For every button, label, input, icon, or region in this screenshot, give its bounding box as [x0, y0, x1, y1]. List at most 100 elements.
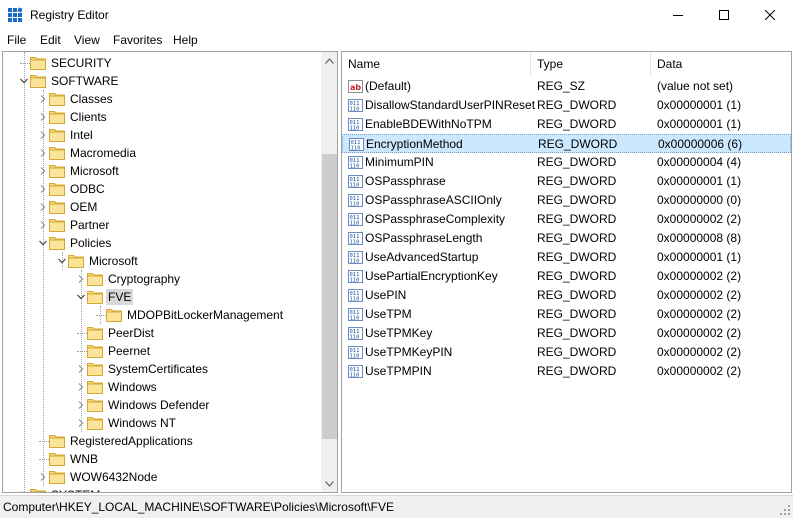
value-row[interactable]: 011 110 MinimumPIN REG_DWORD 0x00000004 (4) [342, 153, 791, 172]
collapsed-chevron-icon[interactable] [75, 414, 87, 432]
tree-node[interactable]: Clients [3, 108, 321, 126]
tree-node-label[interactable]: FVE [106, 289, 134, 305]
scroll-up-button[interactable] [321, 52, 337, 69]
tree-node[interactable]: WNB [3, 450, 321, 468]
tree-node[interactable]: SystemCertificates [3, 360, 321, 378]
collapsed-chevron-icon[interactable] [37, 162, 49, 180]
tree-node[interactable]: Microsoft [3, 252, 321, 270]
value-row[interactable]: 011 110 UsePIN REG_DWORD 0x00000002 (2) [342, 286, 791, 305]
menu-edit[interactable]: Edit [40, 33, 61, 47]
tree-node-label[interactable]: Windows NT [106, 415, 178, 431]
collapsed-chevron-icon[interactable] [75, 396, 87, 414]
menu-favorites[interactable]: Favorites [113, 33, 162, 47]
collapsed-chevron-icon[interactable] [37, 180, 49, 198]
value-row[interactable]: 011 110 UsePartialEncryptionKey REG_DWORD 0x… [342, 267, 791, 286]
tree-node-label[interactable]: RegisteredApplications [68, 433, 195, 449]
tree-node-label[interactable]: Policies [68, 235, 113, 251]
column-header-data[interactable]: Data [651, 52, 791, 76]
tree-node[interactable]: ODBC [3, 180, 321, 198]
minimize-button[interactable] [655, 0, 701, 30]
scroll-down-button[interactable] [321, 475, 337, 492]
key-tree-pane[interactable]: SECURITY SOFTWARE Classes Clients Intel Macro… [2, 51, 338, 493]
value-row[interactable]: 011 110 UseTPMKey REG_DWORD 0x00000002 (2) [342, 324, 791, 343]
value-row[interactable]: 011 110 EnableBDEWithNoTPM REG_DWORD 0x00000… [342, 115, 791, 134]
tree-node-label[interactable]: Classes [68, 91, 115, 107]
value-row[interactable]: 011 110 EncryptionMethod REG_DWORD 0x0000000… [342, 134, 791, 153]
value-row[interactable]: 011 110 OSPassphraseLength REG_DWORD 0x00000… [342, 229, 791, 248]
collapsed-chevron-icon[interactable] [37, 126, 49, 144]
tree-node-label[interactable]: SECURITY [49, 55, 114, 71]
value-row[interactable]: 011 110 OSPassphraseASCIIOnly REG_DWORD 0x00… [342, 191, 791, 210]
tree-node-label[interactable]: Clients [68, 109, 109, 125]
resize-grip-icon[interactable] [779, 504, 791, 516]
maximize-button[interactable] [701, 0, 747, 30]
menu-file[interactable]: File [7, 33, 26, 47]
tree-node[interactable]: Partner [3, 216, 321, 234]
tree-node-label[interactable]: SYSTEM [49, 487, 102, 492]
tree-node-label[interactable]: Microsoft [87, 253, 140, 269]
collapsed-chevron-icon[interactable] [75, 378, 87, 396]
tree-node-label[interactable]: WNB [68, 451, 100, 467]
tree-node[interactable]: Macromedia [3, 144, 321, 162]
collapsed-chevron-icon[interactable] [37, 90, 49, 108]
menu-help[interactable]: Help [173, 33, 198, 47]
tree-node[interactable]: Intel [3, 126, 321, 144]
collapsed-chevron-icon[interactable] [37, 216, 49, 234]
tree-node-label[interactable]: ODBC [68, 181, 107, 197]
value-row[interactable]: 011 110 UseTPM REG_DWORD 0x00000002 (2) [342, 305, 791, 324]
tree-node[interactable]: Cryptography [3, 270, 321, 288]
collapsed-chevron-icon[interactable] [75, 360, 87, 378]
tree-node-label[interactable]: PeerDist [106, 325, 156, 341]
value-row[interactable]: 011 110 UseAdvancedStartup REG_DWORD 0x00000… [342, 248, 791, 267]
tree-node-label[interactable]: SOFTWARE [49, 73, 121, 89]
value-row[interactable]: 011 110 DisallowStandardUserPINReset REG_DW… [342, 96, 791, 115]
values-list-pane[interactable]: Name Type Data ab (Default) REG_SZ (value n… [341, 51, 792, 493]
tree-node[interactable]: Windows [3, 378, 321, 396]
tree-node-label[interactable]: OEM [68, 199, 99, 215]
tree-node[interactable]: Policies [3, 234, 321, 252]
tree-node-label[interactable]: MDOPBitLockerManagement [125, 307, 285, 323]
tree-node-label[interactable]: Microsoft [68, 163, 121, 179]
scroll-thumb[interactable] [322, 154, 337, 439]
collapsed-chevron-icon[interactable] [37, 198, 49, 216]
value-row[interactable]: 011 110 UseTPMKeyPIN REG_DWORD 0x00000002 (2… [342, 343, 791, 362]
tree-node[interactable]: OEM [3, 198, 321, 216]
tree-node[interactable]: RegisteredApplications [3, 432, 321, 450]
title-bar[interactable]: Registry Editor [0, 0, 793, 30]
tree-node-label[interactable]: SystemCertificates [106, 361, 210, 377]
tree-node[interactable]: Windows NT [3, 414, 321, 432]
collapsed-chevron-icon[interactable] [37, 468, 49, 486]
tree-node[interactable]: Microsoft [3, 162, 321, 180]
collapsed-chevron-icon[interactable] [37, 144, 49, 162]
tree-node-label[interactable]: WOW6432Node [68, 469, 159, 485]
tree-node[interactable]: PeerDist [3, 324, 321, 342]
value-row[interactable]: ab (Default) REG_SZ (value not set) [342, 77, 791, 96]
value-row[interactable]: 011 110 OSPassphrase REG_DWORD 0x00000001 (1… [342, 172, 791, 191]
tree-node[interactable]: MDOPBitLockerManagement [3, 306, 321, 324]
collapsed-chevron-icon[interactable] [75, 270, 87, 288]
tree-node-label[interactable]: Windows Defender [106, 397, 211, 413]
tree-vertical-scrollbar[interactable] [321, 52, 337, 492]
value-row[interactable]: 011 110 OSPassphraseComplexity REG_DWORD 0x0… [342, 210, 791, 229]
tree-node[interactable]: Windows Defender [3, 396, 321, 414]
close-button[interactable] [747, 0, 793, 30]
menu-view[interactable]: View [74, 33, 100, 47]
collapsed-chevron-icon[interactable] [37, 108, 49, 126]
column-header-name[interactable]: Name [342, 52, 531, 76]
tree-node-label[interactable]: Partner [68, 217, 111, 233]
tree-node-label[interactable]: Macromedia [68, 145, 138, 161]
tree-node-label[interactable]: Intel [68, 127, 95, 143]
expanded-chevron-icon[interactable] [18, 72, 30, 90]
tree-node[interactable]: SOFTWARE [3, 72, 321, 90]
tree-node[interactable]: SYSTEM [3, 486, 321, 492]
tree-node[interactable]: WOW6432Node [3, 468, 321, 486]
value-row[interactable]: 011 110 UseTPMPIN REG_DWORD 0x00000002 (2) [342, 362, 791, 381]
expanded-chevron-icon[interactable] [75, 288, 87, 306]
collapsed-chevron-icon[interactable] [18, 486, 30, 492]
tree-node-label[interactable]: Peernet [106, 343, 152, 359]
tree-node[interactable]: Peernet [3, 342, 321, 360]
column-header-type[interactable]: Type [531, 52, 651, 76]
expanded-chevron-icon[interactable] [56, 252, 68, 270]
tree-node-label[interactable]: Cryptography [106, 271, 182, 287]
tree-node[interactable]: Classes [3, 90, 321, 108]
